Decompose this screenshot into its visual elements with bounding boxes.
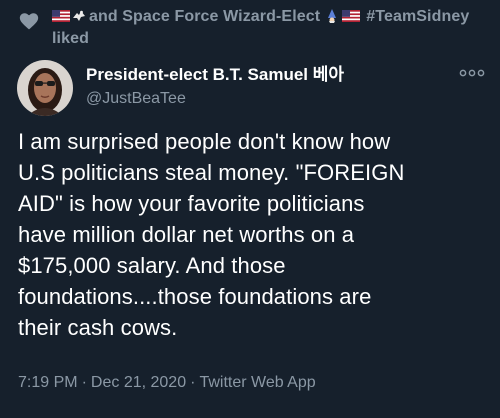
tweet-text: I am surprised people don't know how U.S…	[18, 129, 405, 340]
us-flag-emoji	[341, 10, 360, 22]
heart-icon	[19, 13, 39, 30]
more-options-icon[interactable]	[459, 68, 485, 78]
meta-separator: ·	[81, 374, 87, 391]
tweet-source-link[interactable]: Twitter Web App	[199, 374, 315, 391]
us-flag-emoji	[52, 10, 70, 22]
avatar-photo	[17, 60, 73, 116]
social-context-action: liked	[52, 30, 89, 47]
eagle-emoji	[73, 10, 85, 21]
meta-separator: ·	[190, 374, 196, 391]
social-context: and Space Force Wizard-Elect #TeamSidney…	[18, 6, 488, 50]
social-context-name-part2: #TeamSidney	[366, 8, 470, 25]
avatar[interactable]	[17, 60, 73, 116]
tweet-metadata: 7:19 PM · Dec 21, 2020 · Twitter Web App	[18, 372, 316, 394]
tweet-date[interactable]: Dec 21, 2020	[91, 374, 186, 391]
tweet-time[interactable]: 7:19 PM	[18, 374, 78, 391]
author-display-name[interactable]: President-elect B.T. Samuel 베아	[86, 64, 344, 86]
social-context-text[interactable]: and Space Force Wizard-Elect #TeamSidney…	[52, 6, 469, 50]
wizard-emoji	[327, 9, 336, 23]
author-handle[interactable]: @JustBeaTee	[86, 88, 344, 110]
tweet-author[interactable]: President-elect B.T. Samuel 베아 @JustBeaT…	[86, 64, 344, 110]
social-context-name-part1: and Space Force Wizard-Elect	[89, 8, 321, 25]
